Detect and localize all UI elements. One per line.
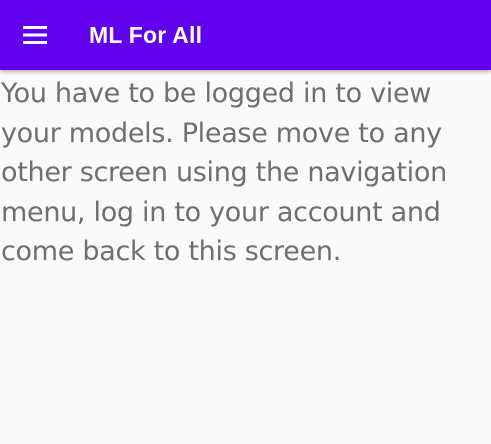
navigation-menu-button[interactable]	[0, 0, 70, 70]
app-bar: ML For All	[0, 0, 491, 70]
main-content: You have to be logged in to view your mo…	[0, 74, 491, 272]
login-required-message: You have to be logged in to view your mo…	[1, 78, 447, 267]
app-title: ML For All	[89, 21, 203, 48]
hamburger-menu-icon	[23, 26, 47, 44]
